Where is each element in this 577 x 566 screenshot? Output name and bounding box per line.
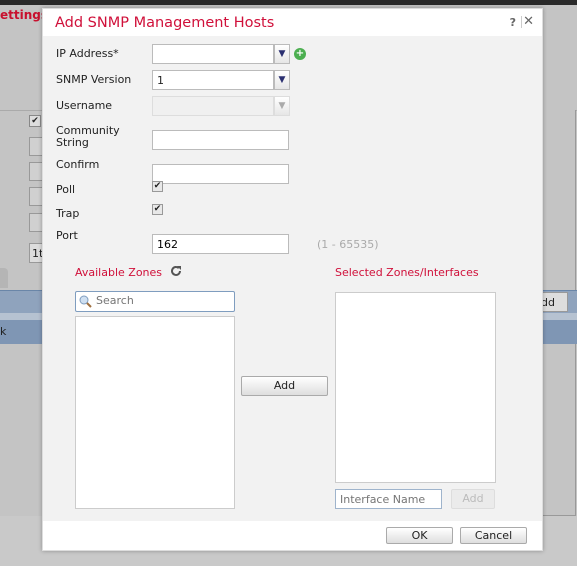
background-title: ettings: [0, 8, 48, 22]
chevron-down-icon[interactable]: ▼: [274, 70, 290, 90]
ok-button[interactable]: OK: [386, 527, 453, 544]
port-range-hint: (1 - 65535): [317, 238, 379, 251]
confirm-input[interactable]: [152, 164, 289, 184]
chevron-down-icon[interactable]: ▼: [274, 96, 290, 116]
selected-zones-list[interactable]: [335, 292, 496, 483]
chevron-down-icon[interactable]: ▼: [274, 44, 290, 64]
poll-label: Poll: [56, 183, 76, 196]
username-select[interactable]: [152, 96, 274, 116]
community-string-input[interactable]: [152, 130, 289, 150]
trap-checkbox[interactable]: ✔: [152, 204, 163, 215]
dialog-title: Add SNMP Management Hosts: [55, 15, 275, 31]
search-icon: [79, 295, 92, 308]
available-zones-list[interactable]: [75, 316, 235, 509]
username-label: Username: [56, 99, 113, 112]
label-line: String: [56, 136, 89, 149]
background-tab: [0, 268, 8, 288]
add-button[interactable]: Add: [241, 376, 328, 396]
poll-checkbox[interactable]: ✔: [152, 181, 163, 192]
available-zones-title: Available Zones: [75, 266, 163, 279]
dialog-body: IP Address* ▼ + SNMP Version 1 ▼ Usernam…: [43, 36, 542, 521]
port-input[interactable]: [152, 234, 289, 254]
add-interface-button[interactable]: Add: [451, 489, 495, 509]
snmp-version-label: SNMP Version: [56, 73, 132, 86]
confirm-label: Confirm: [56, 158, 100, 171]
add-icon[interactable]: +: [294, 48, 306, 60]
trap-label: Trap: [56, 207, 80, 220]
interface-name-input[interactable]: [335, 489, 442, 509]
add-snmp-hosts-dialog: Add SNMP Management Hosts ? ✕ IP Address…: [42, 8, 543, 551]
refresh-icon[interactable]: [170, 265, 182, 277]
ip-address-input[interactable]: [152, 44, 274, 64]
selected-zones-title: Selected Zones/Interfaces: [335, 266, 479, 279]
port-label: Port: [56, 229, 78, 242]
zone-search-field[interactable]: [75, 291, 235, 312]
ip-address-label: IP Address*: [56, 47, 119, 60]
community-string-label: Community String: [56, 125, 120, 149]
cancel-button[interactable]: Cancel: [460, 527, 527, 544]
question-icon[interactable]: ?: [510, 16, 516, 29]
divider: [521, 16, 522, 28]
background-checkbox: ✔: [29, 115, 41, 127]
close-icon[interactable]: ✕: [523, 14, 534, 29]
background-row-text: k: [0, 325, 7, 338]
zone-search-input[interactable]: [96, 294, 226, 307]
snmp-version-select[interactable]: 1: [152, 70, 274, 90]
